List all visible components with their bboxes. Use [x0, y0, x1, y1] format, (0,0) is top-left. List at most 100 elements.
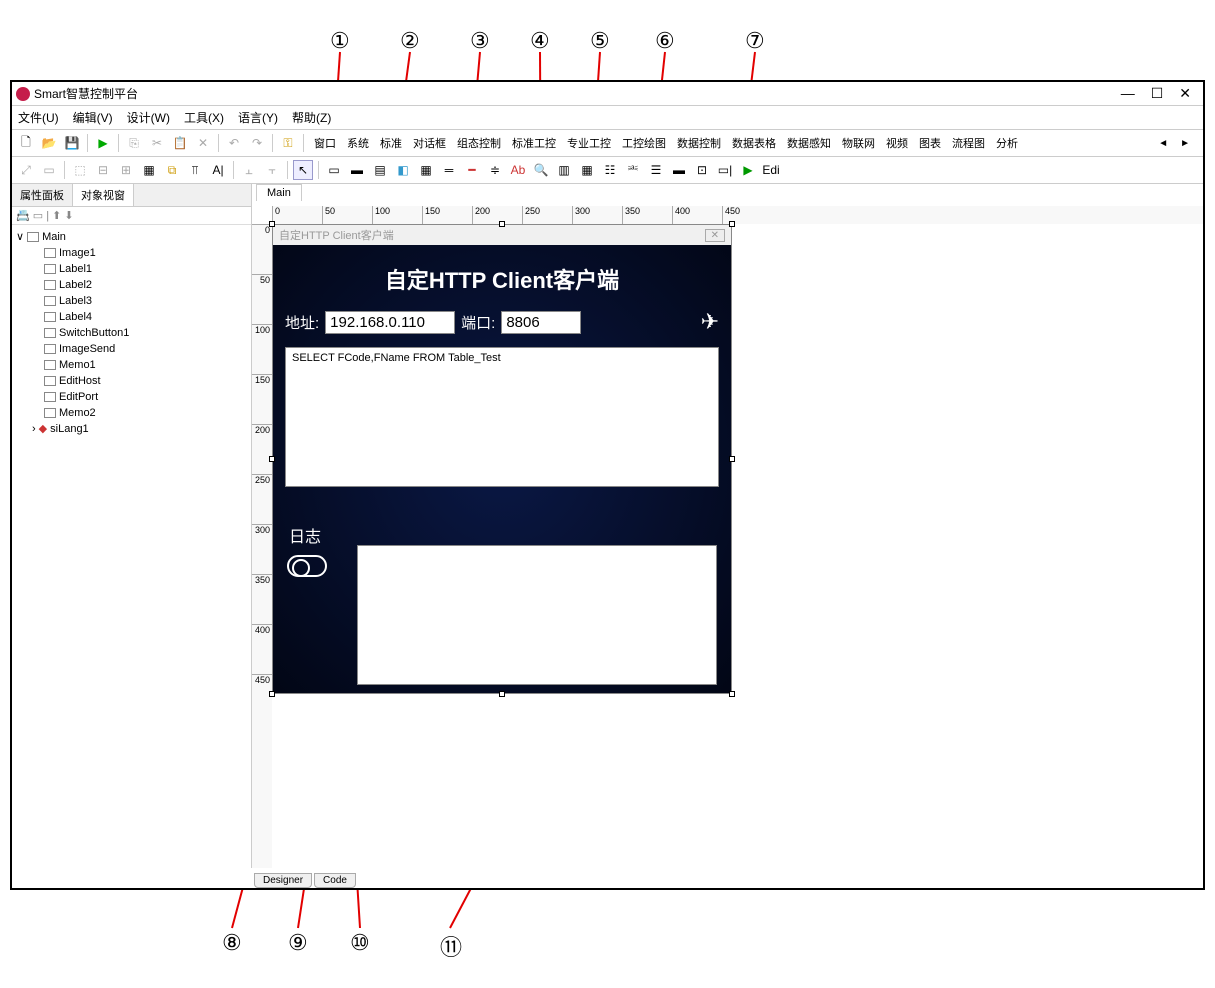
memo-log[interactable]	[357, 545, 717, 685]
tree-item[interactable]: Image1	[16, 245, 247, 261]
pointer-icon[interactable]: ↖	[293, 160, 313, 180]
edit-host[interactable]	[325, 311, 455, 334]
align-icon[interactable]: ⤢	[16, 160, 36, 180]
palette-tab[interactable]: 图表	[914, 133, 946, 153]
new-icon[interactable]: 🗋	[16, 133, 36, 153]
design-tab-main[interactable]: Main	[256, 184, 302, 201]
menu-file[interactable]: 文件(U)	[18, 109, 59, 126]
tree-item[interactable]: ImageSend	[16, 341, 247, 357]
label-port[interactable]: 端口:	[461, 312, 495, 333]
tree-item[interactable]: › ◆ siLang1	[16, 421, 247, 437]
label-title[interactable]: 自定HTTP Client客户端	[273, 263, 731, 295]
palette-tab[interactable]: 数据感知	[782, 133, 836, 153]
comp-icon[interactable]: ◧	[393, 160, 413, 180]
menu-tools[interactable]: 工具(X)	[184, 109, 224, 126]
comp-icon[interactable]: ☷	[600, 160, 620, 180]
palette-tab[interactable]: 窗口	[309, 133, 341, 153]
comp-icon[interactable]: ☰	[646, 160, 666, 180]
text-icon[interactable]: A|	[208, 160, 228, 180]
palette-tab[interactable]: 数据控制	[672, 133, 726, 153]
palette-tab[interactable]: 组态控制	[452, 133, 506, 153]
palette-tab[interactable]: 分析	[991, 133, 1023, 153]
palette-tab[interactable]: 数据表格	[727, 133, 781, 153]
tree-item[interactable]: Memo1	[16, 357, 247, 373]
comp-icon[interactable]: ▭|	[715, 160, 735, 180]
comp-icon[interactable]: ▥	[554, 160, 574, 180]
comp-icon[interactable]: ━	[462, 160, 482, 180]
send-icon[interactable]: ✈	[701, 309, 719, 335]
comp-icon[interactable]: ▤	[370, 160, 390, 180]
comp-icon[interactable]: Ab	[508, 160, 528, 180]
align-icon[interactable]: ⊞	[116, 160, 136, 180]
comp-icon[interactable]: ═	[439, 160, 459, 180]
tab-designer[interactable]: Designer	[254, 873, 312, 888]
menu-help[interactable]: 帮助(Z)	[292, 109, 331, 126]
switch-button[interactable]	[287, 555, 327, 577]
form-canvas[interactable]: 自定HTTP Client客户端 ✕ 自定HTTP Client客户端 地址: …	[272, 224, 732, 694]
save-icon[interactable]: 💾	[62, 133, 82, 153]
maximize-button[interactable]: ☐	[1151, 85, 1164, 102]
open-icon[interactable]: 📂	[39, 133, 59, 153]
titlebar[interactable]: Smart智慧控制平台 — ☐ ✕	[12, 82, 1203, 106]
layers-icon[interactable]: ⧉	[162, 160, 182, 180]
tab-properties[interactable]: 属性面板	[12, 184, 73, 206]
palette-tab[interactable]: 视频	[881, 133, 913, 153]
comp-icon[interactable]: ⊡	[692, 160, 712, 180]
tree-item[interactable]: Label1	[16, 261, 247, 277]
run-icon[interactable]: ▶	[93, 133, 113, 153]
tab-code[interactable]: Code	[314, 873, 356, 888]
comp-icon[interactable]: Edi	[761, 160, 781, 180]
palette-tab[interactable]: 流程图	[947, 133, 990, 153]
edit-port[interactable]	[501, 311, 581, 334]
menu-language[interactable]: 语言(Y)	[238, 109, 278, 126]
tree-item[interactable]: Label2	[16, 277, 247, 293]
minimize-button[interactable]: —	[1121, 85, 1135, 102]
label-log[interactable]: 日志	[289, 523, 731, 547]
memo-request[interactable]: SELECT FCode,FName FROM Table_Test	[285, 347, 719, 487]
delete-icon[interactable]: ✕	[193, 133, 213, 153]
align-icon[interactable]: ⫪	[185, 160, 205, 180]
tree-item[interactable]: Label4	[16, 309, 247, 325]
form-close-icon[interactable]: ✕	[705, 229, 725, 242]
align-icon[interactable]: ▦	[139, 160, 159, 180]
palette-tab[interactable]: 工控绘图	[617, 133, 671, 153]
design-area[interactable]: Main 050100150200250300350400450 0501001…	[252, 184, 1203, 868]
key-icon[interactable]: ⚿	[278, 133, 298, 153]
comp-icon[interactable]: ⎃	[623, 160, 643, 180]
align-icon[interactable]: ⫟	[262, 160, 282, 180]
cut-icon[interactable]: ✂	[147, 133, 167, 153]
comp-icon[interactable]: ▬	[669, 160, 689, 180]
palette-tab[interactable]: 系统	[342, 133, 374, 153]
align-icon[interactable]: ⫠	[239, 160, 259, 180]
paste-icon[interactable]: 📋	[170, 133, 190, 153]
palette-prev[interactable]: ◄	[1153, 136, 1173, 151]
palette-tab[interactable]: 标准	[375, 133, 407, 153]
palette-tab[interactable]: 物联网	[837, 133, 880, 153]
tree-item[interactable]: SwitchButton1	[16, 325, 247, 341]
align-icon[interactable]: ⊟	[93, 160, 113, 180]
tree-root[interactable]: ∨ Main	[16, 229, 247, 245]
menu-edit[interactable]: 编辑(V)	[73, 109, 113, 126]
undo-icon[interactable]: ↶	[224, 133, 244, 153]
tree-item[interactable]: Memo2	[16, 405, 247, 421]
comp-icon[interactable]: ▭	[324, 160, 344, 180]
comp-icon[interactable]: 🔍	[531, 160, 551, 180]
copy-icon[interactable]: ⎘	[124, 133, 144, 153]
close-button[interactable]: ✕	[1179, 85, 1191, 102]
comp-icon[interactable]: ▦	[416, 160, 436, 180]
tree-item[interactable]: EditPort	[16, 389, 247, 405]
tree-item[interactable]: EditHost	[16, 373, 247, 389]
palette-tab[interactable]: 专业工控	[562, 133, 616, 153]
comp-icon[interactable]: ▶	[738, 160, 758, 180]
label-address[interactable]: 地址:	[285, 312, 319, 333]
comp-icon[interactable]: ▦	[577, 160, 597, 180]
redo-icon[interactable]: ↷	[247, 133, 267, 153]
align-icon[interactable]: ▭	[39, 160, 59, 180]
comp-icon[interactable]: ▬	[347, 160, 367, 180]
tab-object-tree[interactable]: 对象视窗	[73, 184, 134, 206]
palette-tab[interactable]: 对话框	[408, 133, 451, 153]
tree-item[interactable]: Label3	[16, 293, 247, 309]
palette-next[interactable]: ►	[1175, 136, 1195, 151]
align-icon[interactable]: ⬚	[70, 160, 90, 180]
object-tree[interactable]: ∨ Main Image1 Label1 Label2 Label3 Label…	[12, 225, 251, 441]
